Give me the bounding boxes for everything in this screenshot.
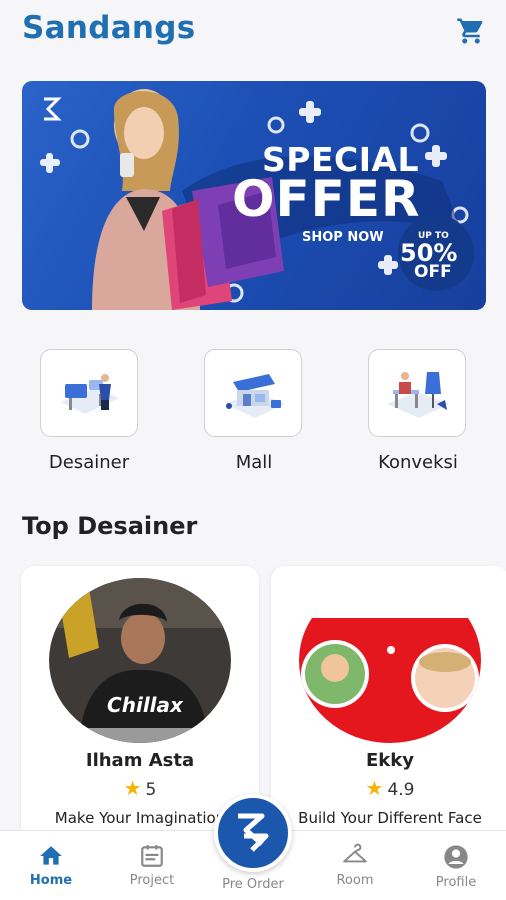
hanger-icon [343, 843, 367, 863]
rating-value: 5 [145, 780, 157, 800]
nav-pre-order[interactable]: Pre Order [208, 873, 298, 892]
category-desainer-button[interactable] [40, 349, 138, 437]
designer-card[interactable]: Ekky ★ 4.9 Build Your Different Face [271, 566, 506, 846]
category-konveksi-label: Konveksi [378, 452, 458, 473]
star-icon: ★ [365, 776, 384, 800]
designer-card[interactable]: Chillax Ilham Asta ★ 5 Make Your Imaginat… [21, 566, 259, 846]
nav-project[interactable]: Project [107, 843, 197, 888]
tailor-illustration-icon [387, 372, 449, 418]
category-konveksi-button[interactable] [368, 349, 466, 437]
banner-shop-now[interactable]: SHOP NOW [302, 230, 384, 245]
nav-home-label: Home [29, 873, 73, 888]
nav-profile[interactable]: Profile [411, 843, 501, 890]
pre-order-fab-button[interactable] [214, 794, 292, 872]
rating-value: 4.9 [387, 780, 415, 800]
promo-banner[interactable]: SPECIAL OFFER SHOP NOW UP TO 50% OFF [22, 81, 486, 310]
category-desainer-label: Desainer [48, 452, 130, 473]
banner-offer-text: OFFER [232, 170, 421, 228]
designer-name: Ekky [366, 750, 414, 771]
designer-rating: ★ 4.9 [271, 776, 506, 800]
category-mall-button[interactable] [204, 349, 302, 437]
app-header: Sandangs [0, 0, 506, 62]
avatar [299, 578, 481, 743]
app-title: Sandangs [22, 10, 196, 46]
designer-tagline: Build Your Different Face [298, 809, 482, 827]
star-icon: ★ [123, 776, 142, 800]
cart-icon[interactable] [456, 16, 486, 46]
profile-icon [444, 845, 468, 869]
svg-text:Chillax: Chillax [107, 693, 184, 717]
nav-project-label: Project [129, 873, 175, 888]
home-icon [40, 846, 62, 865]
nav-home[interactable]: Home [6, 843, 96, 888]
sandangs-logo-icon [238, 813, 269, 852]
nav-room[interactable]: Room [310, 843, 400, 888]
banner-off: OFF [414, 262, 452, 282]
category-mall-label: Mall [235, 452, 273, 473]
nav-pre-order-label: Pre Order [222, 877, 284, 892]
designer-illustration-icon [61, 374, 119, 414]
section-title-top-desainer: Top Desainer [22, 512, 198, 540]
designer-name: Ilham Asta [85, 750, 195, 771]
designer-rating: ★ 5 [21, 776, 259, 800]
avatar: Chillax [49, 578, 231, 743]
nav-room-label: Room [336, 873, 374, 888]
mall-illustration-icon [225, 374, 285, 418]
nav-profile-label: Profile [435, 875, 477, 890]
project-icon [141, 845, 163, 867]
